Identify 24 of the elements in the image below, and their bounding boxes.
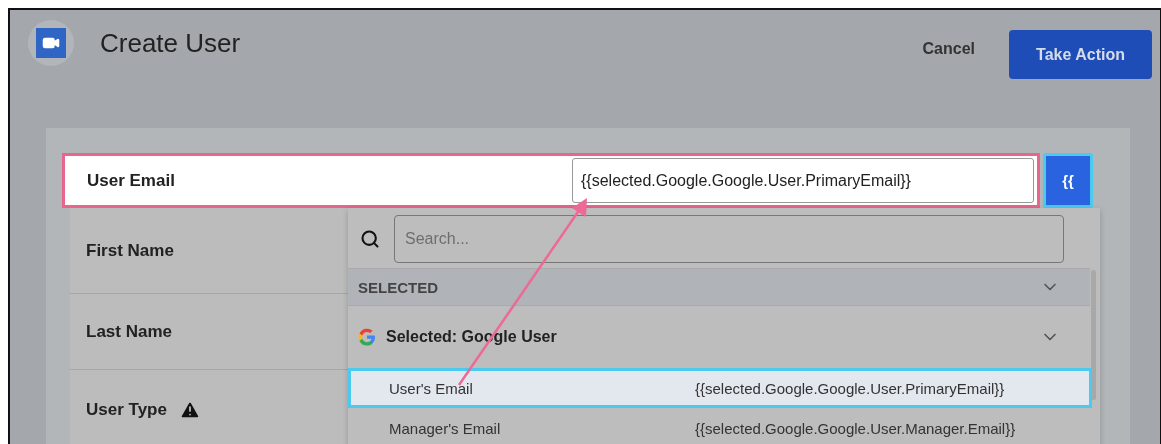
cancel-button[interactable]: Cancel (918, 32, 979, 66)
item-value: {{selected.Google.Google.User.Manager.Email}} (695, 419, 1016, 437)
field-label: User Email (87, 170, 175, 191)
item-value: {{selected.Google.Google.User.PrimaryEmail}} (695, 379, 1005, 397)
item-label: Manager's Email (389, 419, 502, 437)
field-label: Last Name (86, 321, 172, 342)
take-action-button[interactable]: Take Action (1009, 30, 1152, 79)
field-label: User Type (86, 398, 201, 421)
page-title: Create User (100, 27, 242, 60)
app-logo (28, 20, 74, 66)
variable-button[interactable]: {{ (1043, 153, 1093, 208)
email-input[interactable]: {{selected.Google.Google.User.PrimaryEmail}} (572, 158, 1034, 203)
search-field[interactable]: Search... (394, 215, 1064, 263)
group-title: Selected: Google User (358, 328, 557, 346)
section-title: SELECTED (358, 278, 438, 296)
section-header[interactable]: SELECTED (348, 268, 1090, 306)
group-header[interactable]: Selected: Google User (348, 306, 1090, 368)
search-icon (360, 229, 380, 249)
field-label: First Name (86, 240, 174, 261)
google-icon (358, 328, 376, 346)
scrollbar[interactable] (1091, 270, 1096, 400)
variable-item[interactable]: User's Email {{selected.Google.Google.User.PrimaryEmail}} (348, 368, 1092, 408)
variable-item[interactable]: Manager's Email {{selected.Google.Google.User.Manager.Email}} (348, 408, 1092, 444)
item-label: User's Email (389, 379, 474, 397)
